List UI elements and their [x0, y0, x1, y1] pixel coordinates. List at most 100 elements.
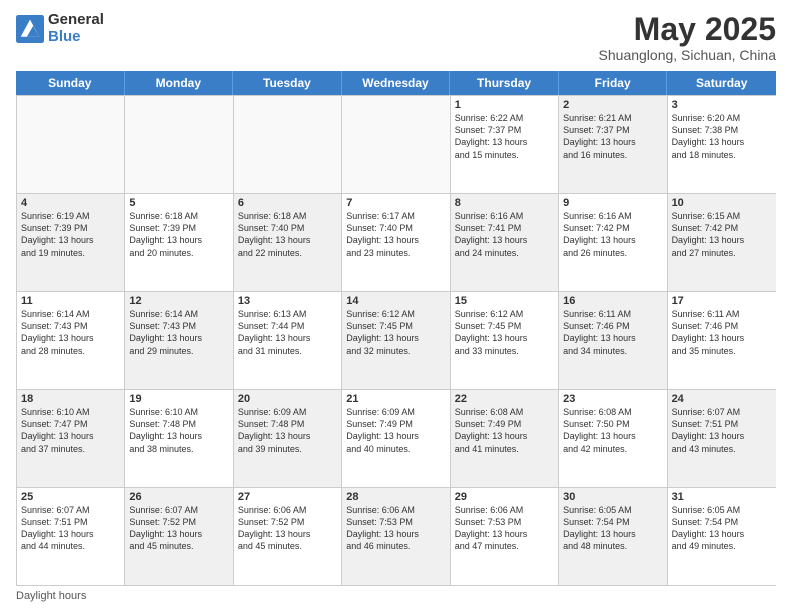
day-number: 13: [238, 295, 337, 307]
calendar-cell-14: 14Sunrise: 6:12 AM Sunset: 7:45 PM Dayli…: [342, 292, 450, 389]
title-block: May 2025 Shuanglong, Sichuan, China: [599, 12, 776, 63]
calendar-row-0: 1Sunrise: 6:22 AM Sunset: 7:37 PM Daylig…: [17, 95, 776, 193]
day-number: 21: [346, 393, 445, 405]
calendar-cell-30: 30Sunrise: 6:05 AM Sunset: 7:54 PM Dayli…: [559, 488, 667, 585]
calendar-cell-empty-0-0: [17, 96, 125, 193]
cell-info: Sunrise: 6:07 AM Sunset: 7:51 PM Dayligh…: [672, 406, 772, 455]
calendar-cell-28: 28Sunrise: 6:06 AM Sunset: 7:53 PM Dayli…: [342, 488, 450, 585]
day-number: 19: [129, 393, 228, 405]
calendar-row-3: 18Sunrise: 6:10 AM Sunset: 7:47 PM Dayli…: [17, 389, 776, 487]
day-number: 26: [129, 491, 228, 503]
day-number: 1: [455, 99, 554, 111]
daylight-label: Daylight hours: [16, 590, 86, 602]
day-number: 16: [563, 295, 662, 307]
cell-info: Sunrise: 6:16 AM Sunset: 7:41 PM Dayligh…: [455, 210, 554, 259]
calendar-cell-empty-0-3: [342, 96, 450, 193]
cell-info: Sunrise: 6:14 AM Sunset: 7:43 PM Dayligh…: [129, 308, 228, 357]
footer-note: Daylight hours: [16, 590, 776, 602]
cell-info: Sunrise: 6:18 AM Sunset: 7:40 PM Dayligh…: [238, 210, 337, 259]
location-subtitle: Shuanglong, Sichuan, China: [599, 47, 776, 63]
day-header-saturday: Saturday: [667, 71, 776, 95]
day-header-friday: Friday: [559, 71, 668, 95]
cell-info: Sunrise: 6:05 AM Sunset: 7:54 PM Dayligh…: [563, 504, 662, 553]
calendar-cell-22: 22Sunrise: 6:08 AM Sunset: 7:49 PM Dayli…: [451, 390, 559, 487]
day-number: 11: [21, 295, 120, 307]
calendar-cell-18: 18Sunrise: 6:10 AM Sunset: 7:47 PM Dayli…: [17, 390, 125, 487]
logo-icon: [16, 15, 44, 43]
calendar: SundayMondayTuesdayWednesdayThursdayFrid…: [16, 71, 776, 586]
calendar-cell-9: 9Sunrise: 6:16 AM Sunset: 7:42 PM Daylig…: [559, 194, 667, 291]
calendar-cell-12: 12Sunrise: 6:14 AM Sunset: 7:43 PM Dayli…: [125, 292, 233, 389]
day-number: 14: [346, 295, 445, 307]
day-number: 9: [563, 197, 662, 209]
calendar-cell-15: 15Sunrise: 6:12 AM Sunset: 7:45 PM Dayli…: [451, 292, 559, 389]
day-number: 27: [238, 491, 337, 503]
calendar-row-1: 4Sunrise: 6:19 AM Sunset: 7:39 PM Daylig…: [17, 193, 776, 291]
calendar-cell-13: 13Sunrise: 6:13 AM Sunset: 7:44 PM Dayli…: [234, 292, 342, 389]
cell-info: Sunrise: 6:12 AM Sunset: 7:45 PM Dayligh…: [455, 308, 554, 357]
calendar-cell-31: 31Sunrise: 6:05 AM Sunset: 7:54 PM Dayli…: [668, 488, 776, 585]
day-number: 12: [129, 295, 228, 307]
calendar-header: SundayMondayTuesdayWednesdayThursdayFrid…: [16, 71, 776, 95]
cell-info: Sunrise: 6:13 AM Sunset: 7:44 PM Dayligh…: [238, 308, 337, 357]
calendar-cell-29: 29Sunrise: 6:06 AM Sunset: 7:53 PM Dayli…: [451, 488, 559, 585]
calendar-cell-11: 11Sunrise: 6:14 AM Sunset: 7:43 PM Dayli…: [17, 292, 125, 389]
calendar-cell-16: 16Sunrise: 6:11 AM Sunset: 7:46 PM Dayli…: [559, 292, 667, 389]
logo-text: General Blue: [48, 12, 104, 45]
cell-info: Sunrise: 6:11 AM Sunset: 7:46 PM Dayligh…: [672, 308, 772, 357]
day-number: 24: [672, 393, 772, 405]
cell-info: Sunrise: 6:15 AM Sunset: 7:42 PM Dayligh…: [672, 210, 772, 259]
calendar-cell-3: 3Sunrise: 6:20 AM Sunset: 7:38 PM Daylig…: [668, 96, 776, 193]
day-number: 4: [21, 197, 120, 209]
cell-info: Sunrise: 6:16 AM Sunset: 7:42 PM Dayligh…: [563, 210, 662, 259]
day-header-monday: Monday: [125, 71, 234, 95]
day-number: 17: [672, 295, 772, 307]
calendar-cell-empty-0-2: [234, 96, 342, 193]
calendar-cell-23: 23Sunrise: 6:08 AM Sunset: 7:50 PM Dayli…: [559, 390, 667, 487]
month-title: May 2025: [599, 12, 776, 47]
cell-info: Sunrise: 6:09 AM Sunset: 7:48 PM Dayligh…: [238, 406, 337, 455]
day-number: 20: [238, 393, 337, 405]
calendar-cell-25: 25Sunrise: 6:07 AM Sunset: 7:51 PM Dayli…: [17, 488, 125, 585]
day-number: 31: [672, 491, 772, 503]
day-header-wednesday: Wednesday: [342, 71, 451, 95]
day-number: 8: [455, 197, 554, 209]
cell-info: Sunrise: 6:17 AM Sunset: 7:40 PM Dayligh…: [346, 210, 445, 259]
cell-info: Sunrise: 6:08 AM Sunset: 7:50 PM Dayligh…: [563, 406, 662, 455]
calendar-cell-10: 10Sunrise: 6:15 AM Sunset: 7:42 PM Dayli…: [668, 194, 776, 291]
calendar-cell-8: 8Sunrise: 6:16 AM Sunset: 7:41 PM Daylig…: [451, 194, 559, 291]
cell-info: Sunrise: 6:18 AM Sunset: 7:39 PM Dayligh…: [129, 210, 228, 259]
cell-info: Sunrise: 6:14 AM Sunset: 7:43 PM Dayligh…: [21, 308, 120, 357]
cell-info: Sunrise: 6:09 AM Sunset: 7:49 PM Dayligh…: [346, 406, 445, 455]
day-number: 25: [21, 491, 120, 503]
day-header-sunday: Sunday: [16, 71, 125, 95]
calendar-body: 1Sunrise: 6:22 AM Sunset: 7:37 PM Daylig…: [16, 95, 776, 586]
calendar-cell-19: 19Sunrise: 6:10 AM Sunset: 7:48 PM Dayli…: [125, 390, 233, 487]
day-number: 7: [346, 197, 445, 209]
calendar-cell-7: 7Sunrise: 6:17 AM Sunset: 7:40 PM Daylig…: [342, 194, 450, 291]
day-number: 15: [455, 295, 554, 307]
cell-info: Sunrise: 6:22 AM Sunset: 7:37 PM Dayligh…: [455, 112, 554, 161]
cell-info: Sunrise: 6:21 AM Sunset: 7:37 PM Dayligh…: [563, 112, 662, 161]
cell-info: Sunrise: 6:06 AM Sunset: 7:52 PM Dayligh…: [238, 504, 337, 553]
calendar-cell-26: 26Sunrise: 6:07 AM Sunset: 7:52 PM Dayli…: [125, 488, 233, 585]
day-number: 30: [563, 491, 662, 503]
cell-info: Sunrise: 6:19 AM Sunset: 7:39 PM Dayligh…: [21, 210, 120, 259]
header: General Blue May 2025 Shuanglong, Sichua…: [16, 12, 776, 63]
calendar-cell-6: 6Sunrise: 6:18 AM Sunset: 7:40 PM Daylig…: [234, 194, 342, 291]
cell-info: Sunrise: 6:10 AM Sunset: 7:48 PM Dayligh…: [129, 406, 228, 455]
day-header-tuesday: Tuesday: [233, 71, 342, 95]
logo-blue-text: Blue: [48, 29, 104, 46]
page: General Blue May 2025 Shuanglong, Sichua…: [0, 0, 792, 612]
day-number: 29: [455, 491, 554, 503]
cell-info: Sunrise: 6:08 AM Sunset: 7:49 PM Dayligh…: [455, 406, 554, 455]
day-number: 10: [672, 197, 772, 209]
calendar-row-2: 11Sunrise: 6:14 AM Sunset: 7:43 PM Dayli…: [17, 291, 776, 389]
cell-info: Sunrise: 6:11 AM Sunset: 7:46 PM Dayligh…: [563, 308, 662, 357]
calendar-cell-4: 4Sunrise: 6:19 AM Sunset: 7:39 PM Daylig…: [17, 194, 125, 291]
cell-info: Sunrise: 6:20 AM Sunset: 7:38 PM Dayligh…: [672, 112, 772, 161]
logo: General Blue: [16, 12, 104, 45]
cell-info: Sunrise: 6:07 AM Sunset: 7:52 PM Dayligh…: [129, 504, 228, 553]
day-number: 2: [563, 99, 662, 111]
day-number: 22: [455, 393, 554, 405]
